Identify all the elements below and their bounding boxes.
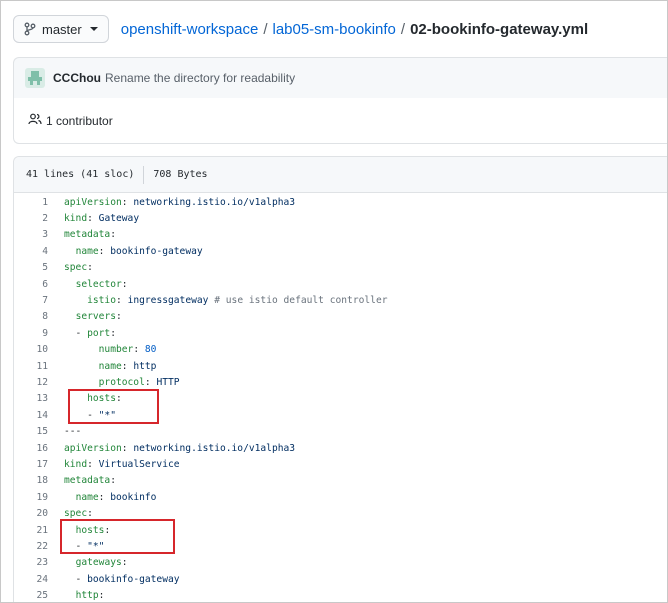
code-line: 23 gateways: xyxy=(14,555,667,571)
code-text: name: http xyxy=(98,360,157,372)
line-number[interactable]: 20 xyxy=(14,508,48,519)
file-line-count: 41 lines (41 sloc) xyxy=(26,169,135,180)
line-number[interactable]: 10 xyxy=(14,344,48,355)
divider xyxy=(143,165,145,184)
code-line: 9 - port: xyxy=(14,325,667,341)
code-line: 24 - bookinfo-gateway xyxy=(14,571,667,587)
highlight-box-gateway-hosts xyxy=(68,389,159,424)
code-text: metadata: xyxy=(64,475,116,487)
code-text: --- xyxy=(64,426,82,438)
code-text: name: bookinfo xyxy=(75,491,157,503)
line-number[interactable]: 19 xyxy=(14,492,48,503)
line-number[interactable]: 5 xyxy=(14,262,48,273)
line-number[interactable]: 25 xyxy=(14,590,48,601)
code-line: 2 kind: Gateway xyxy=(14,210,667,226)
code-text: - bookinfo-gateway xyxy=(64,573,180,585)
contributors-count-link[interactable]: 1 contributor xyxy=(46,114,113,128)
code-line: 10 number: 80 xyxy=(14,342,667,358)
chevron-down-icon xyxy=(89,27,98,31)
line-number[interactable]: 24 xyxy=(14,574,48,585)
code-text: apiVersion: networking.istio.io/v1alpha3 xyxy=(64,196,296,208)
file-navigation: master openshift-workspace / lab05-sm-bo… xyxy=(13,15,588,43)
git-branch-icon xyxy=(24,22,36,36)
code-text: - port: xyxy=(64,327,116,339)
code-text: apiVersion: networking.istio.io/v1alpha3 xyxy=(64,442,296,454)
line-number[interactable]: 9 xyxy=(14,328,48,339)
code-text: kind: Gateway xyxy=(64,213,140,225)
highlight-box-virtualservice-hosts xyxy=(60,519,175,554)
branch-label: master xyxy=(42,21,82,37)
latest-commit-bar: CCChou Rename the directory for readabil… xyxy=(13,57,667,99)
breadcrumb-repo-link[interactable]: openshift-workspace xyxy=(121,21,259,38)
file-size: 708 Bytes xyxy=(153,169,208,180)
breadcrumb: openshift-workspace / lab05-sm-bookinfo … xyxy=(121,21,588,38)
code-line: 5 spec: xyxy=(14,260,667,276)
code-text: selector: xyxy=(75,278,128,290)
line-number[interactable]: 7 xyxy=(14,295,48,306)
code-text: name: bookinfo-gateway xyxy=(75,245,203,257)
breadcrumb-separator: / xyxy=(400,20,406,38)
line-number[interactable]: 17 xyxy=(14,459,48,470)
code-line: 3 metadata: xyxy=(14,227,667,243)
code-line: 16 apiVersion: networking.istio.io/v1alph… xyxy=(14,440,667,456)
code-text: http: xyxy=(75,590,105,602)
line-number[interactable]: 1 xyxy=(14,197,48,208)
commit-author-link[interactable]: CCChou xyxy=(53,71,101,85)
file-info-header: 41 lines (41 sloc) 708 Bytes xyxy=(14,157,667,193)
code-text: spec: xyxy=(64,262,93,274)
line-number[interactable]: 14 xyxy=(14,410,48,421)
contributors-bar: 1 contributor xyxy=(13,98,667,144)
people-icon xyxy=(28,113,46,128)
line-number[interactable]: 3 xyxy=(14,229,48,240)
code-text: istio: ingressgateway # use istio defaul… xyxy=(87,295,388,307)
code-line: 25 http: xyxy=(14,587,667,602)
line-number[interactable]: 18 xyxy=(14,475,48,486)
code-line: 6 selector: xyxy=(14,276,667,292)
code-text: spec: xyxy=(64,508,93,520)
breadcrumb-file-name: 02-bookinfo-gateway.yml xyxy=(410,20,589,38)
line-number[interactable]: 22 xyxy=(14,541,48,552)
breadcrumb-folder-link[interactable]: lab05-sm-bookinfo xyxy=(272,21,395,38)
code-text: gateways: xyxy=(75,557,128,569)
line-number[interactable]: 11 xyxy=(14,361,48,372)
line-number[interactable]: 13 xyxy=(14,393,48,404)
line-number[interactable]: 6 xyxy=(14,279,48,290)
code-line: 11 name: http xyxy=(14,358,667,374)
line-number[interactable]: 15 xyxy=(14,426,48,437)
code-text: kind: VirtualService xyxy=(64,458,180,470)
line-number[interactable]: 2 xyxy=(14,213,48,224)
code-line: 4 name: bookinfo-gateway xyxy=(14,243,667,259)
avatar[interactable] xyxy=(25,68,45,88)
code-line: 8 servers: xyxy=(14,309,667,325)
line-number[interactable]: 4 xyxy=(14,246,48,257)
code-text: metadata: xyxy=(64,229,116,241)
code-line: 18 metadata: xyxy=(14,473,667,489)
code-line: 7 istio: ingressgateway # use istio defa… xyxy=(14,292,667,308)
line-number[interactable]: 21 xyxy=(14,525,48,536)
code-line: 19 name: bookinfo xyxy=(14,489,667,505)
code-text: protocol: HTTP xyxy=(98,376,180,388)
code-text: servers: xyxy=(75,311,122,323)
breadcrumb-separator: / xyxy=(263,20,268,38)
code-line: 1 apiVersion: networking.istio.io/v1alpha… xyxy=(14,194,667,210)
code-line: 15 --- xyxy=(14,423,667,439)
code-text: number: 80 xyxy=(98,344,157,356)
line-number[interactable]: 12 xyxy=(14,377,48,388)
branch-selector-button[interactable]: master xyxy=(13,15,109,43)
screenshot-frame: master openshift-workspace / lab05-sm-bo… xyxy=(0,0,668,603)
code-line: 17 kind: VirtualService xyxy=(14,456,667,472)
line-number[interactable]: 8 xyxy=(14,311,48,322)
commit-message-link[interactable]: Rename the directory for readability xyxy=(105,71,295,85)
line-number[interactable]: 23 xyxy=(14,557,48,568)
line-number[interactable]: 16 xyxy=(14,443,48,454)
